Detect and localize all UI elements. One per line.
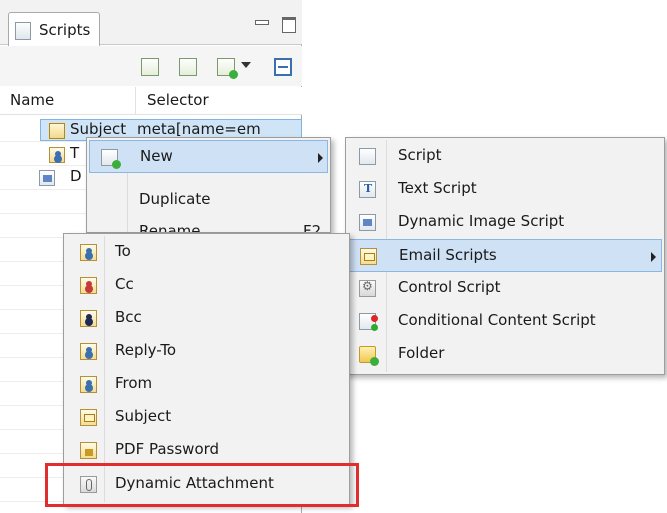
lock-icon xyxy=(80,442,97,459)
column-header-name[interactable]: Name xyxy=(10,91,54,109)
column-separator[interactable] xyxy=(135,87,136,115)
column-header-selector[interactable]: Selector xyxy=(147,91,209,109)
person-icon xyxy=(80,343,97,360)
menu-item-dynamic-image-script-label: Dynamic Image Script xyxy=(398,212,565,230)
menu-item-text-script[interactable]: Text Script xyxy=(348,173,662,206)
menu-item-duplicate[interactable]: Duplicate xyxy=(89,184,328,217)
maximize-icon[interactable] xyxy=(281,16,296,33)
menu-item-subject[interactable]: Subject xyxy=(66,401,347,434)
menu-item-rename[interactable]: Rename F2 xyxy=(89,216,328,233)
menu-item-reply-to[interactable]: Reply-To xyxy=(66,335,347,368)
highlight-annotation xyxy=(45,463,359,507)
menu-item-duplicate-label: Duplicate xyxy=(139,190,211,208)
menu-item-bcc-label: Bcc xyxy=(115,308,142,326)
email-script-icon xyxy=(360,248,377,265)
menu-item-script-label: Script xyxy=(398,146,442,164)
menu-item-email-scripts[interactable]: Email Scripts xyxy=(348,239,662,272)
person-icon xyxy=(80,277,97,294)
collapse-all-icon[interactable] xyxy=(274,58,292,76)
menu-item-to[interactable]: To xyxy=(66,236,347,269)
folder-icon xyxy=(359,346,379,366)
menu-item-new-label: New xyxy=(140,147,173,165)
menu-item-cc[interactable]: Cc xyxy=(66,269,347,302)
menu-item-conditional-content-script-label: Conditional Content Script xyxy=(398,311,596,329)
text-script-icon xyxy=(359,181,376,198)
gear-icon xyxy=(359,279,376,297)
row-selector: meta[name=em xyxy=(137,120,261,138)
new-text-script-icon[interactable] xyxy=(179,58,197,76)
person-icon xyxy=(80,376,97,393)
row-name: Subject xyxy=(70,120,127,138)
menu-item-script[interactable]: Script xyxy=(348,140,662,173)
table-header: Name Selector xyxy=(0,87,302,115)
view-menu-dropdown-icon[interactable] xyxy=(241,62,251,68)
menu-item-text-script-label: Text Script xyxy=(398,179,477,197)
menu-item-to-label: To xyxy=(115,242,131,260)
person-icon xyxy=(80,244,97,261)
context-menu: New Duplicate Rename F2 xyxy=(86,137,331,233)
minimize-icon[interactable] xyxy=(254,16,269,30)
menu-item-folder[interactable]: Folder xyxy=(348,338,662,371)
view-toolbar xyxy=(0,46,302,86)
submenu-arrow-icon xyxy=(651,252,656,262)
conditional-icon xyxy=(359,313,378,331)
menu-item-from-label: From xyxy=(115,374,153,392)
new-script-add-icon[interactable] xyxy=(217,58,238,79)
person-icon xyxy=(49,147,65,163)
menu-item-control-script[interactable]: Control Script xyxy=(348,272,662,305)
menu-item-folder-label: Folder xyxy=(398,344,445,362)
menu-item-reply-to-label: Reply-To xyxy=(115,341,177,359)
row-name[interactable]: D xyxy=(70,167,82,185)
view-tabstrip: Scripts xyxy=(0,0,302,46)
image-script-icon xyxy=(39,170,55,186)
menu-item-bcc[interactable]: Bcc xyxy=(66,302,347,335)
menu-item-cc-label: Cc xyxy=(115,275,134,293)
tab-scripts-label: Scripts xyxy=(39,21,91,39)
tab-scripts[interactable]: Scripts xyxy=(8,12,100,46)
new-submenu: Script Text Script Dynamic Image Script … xyxy=(345,137,665,375)
menu-item-rename-shortcut: F2 xyxy=(303,222,322,233)
menu-item-email-scripts-label: Email Scripts xyxy=(399,246,497,264)
person-icon xyxy=(80,310,97,327)
menu-item-pdf-password-label: PDF Password xyxy=(115,440,220,458)
menu-item-dynamic-image-script[interactable]: Dynamic Image Script xyxy=(348,206,662,239)
menu-item-from[interactable]: From xyxy=(66,368,347,401)
menu-item-rename-label: Rename xyxy=(139,222,201,233)
row-name[interactable]: T xyxy=(70,144,79,162)
submenu-arrow-icon xyxy=(318,153,323,163)
new-icon xyxy=(101,149,121,169)
email-icon xyxy=(80,409,97,426)
script-icon xyxy=(359,148,376,165)
script-view-icon xyxy=(15,22,31,40)
new-script-icon[interactable] xyxy=(141,58,159,76)
email-script-icon xyxy=(49,123,65,139)
image-script-icon xyxy=(359,214,376,231)
menu-item-control-script-label: Control Script xyxy=(398,278,501,296)
menu-item-conditional-content-script[interactable]: Conditional Content Script xyxy=(348,305,662,338)
menu-item-new[interactable]: New xyxy=(89,140,328,173)
menu-item-subject-label: Subject xyxy=(115,407,172,425)
